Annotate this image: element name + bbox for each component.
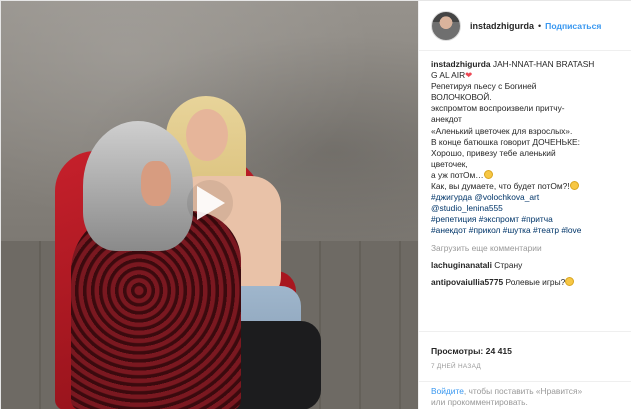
- caption-line: Как, вы думаете, что будет потОм?!: [431, 181, 620, 192]
- comment-item: lachuginanatali Страну: [431, 260, 620, 271]
- caption-line: ВОЛОЧКОВОЙ.: [431, 92, 492, 103]
- hashtag-link[interactable]: #джигурда: [431, 192, 472, 202]
- post-date[interactable]: 7 ДНЕЙ НАЗАД: [431, 363, 621, 370]
- play-icon: [197, 186, 225, 220]
- caption-line: цветочек,: [431, 158, 468, 169]
- tag-line: #анекдот #прикол #шутка #театр #love: [431, 225, 620, 236]
- mention-link[interactable]: @studio_lenina555: [431, 203, 503, 213]
- caption: instadzhigurda JAH-NNAT-HAN BRATASH G AL…: [419, 51, 631, 288]
- hashtag-link[interactable]: #прикол: [469, 225, 501, 235]
- caption-text: JAH-NNAT-HAN BRATASH: [492, 59, 595, 69]
- caption-line: В конце батюшка говорит ДОЧЕНЬКЕ:: [431, 136, 580, 147]
- play-button[interactable]: [187, 180, 233, 226]
- header-username[interactable]: instadzhigurda: [470, 21, 534, 31]
- hashtag-link[interactable]: #шутка: [503, 225, 531, 235]
- comment-text: Ролевые игры?: [505, 276, 566, 287]
- man-face: [141, 161, 171, 206]
- video-player[interactable]: [1, 1, 418, 409]
- login-prompt: Войдите, чтобы поставить «Нравится» или …: [419, 381, 631, 408]
- hashtag-link[interactable]: #театр: [533, 225, 559, 235]
- caption-line: Репетируя пьесу с Богиней: [431, 81, 537, 92]
- caption-text: а уж потОм…: [431, 169, 484, 180]
- login-link[interactable]: Войдите: [431, 386, 464, 396]
- woman-face: [186, 109, 228, 161]
- caption-line: Хорошо, привезу тебе аленький: [431, 147, 556, 158]
- heart-icon: ❤: [465, 70, 473, 81]
- hashtag-link[interactable]: #анекдот: [431, 225, 466, 235]
- separator-dot: •: [538, 20, 542, 31]
- man-hair: [83, 121, 193, 251]
- post-stats: Просмотры: 24 415 7 ДНЕЙ НАЗАД: [419, 331, 631, 370]
- grinning-emoji-icon: [565, 276, 575, 286]
- comment-item: antipovaiullia5775 Ролевые игры?: [431, 276, 620, 288]
- tag-line: #джигурда @volochkova_art: [431, 192, 620, 203]
- caption-username[interactable]: instadzhigurda: [431, 59, 491, 69]
- avatar[interactable]: [431, 10, 461, 41]
- view-count[interactable]: Просмотры: 24 415: [431, 346, 621, 356]
- hashtag-link[interactable]: #love: [561, 225, 581, 235]
- comment-username[interactable]: antipovaiullia5775: [431, 277, 503, 287]
- caption-line: instadzhigurda JAH-NNAT-HAN BRATASH: [431, 59, 620, 70]
- hashtag-link[interactable]: #репетиция: [431, 214, 476, 224]
- caption-line: а уж потОм…: [431, 169, 620, 181]
- login-text: или прокомментировать.: [431, 397, 528, 407]
- caption-line: анекдот: [431, 114, 462, 125]
- comment-username[interactable]: lachuginanatali: [431, 260, 492, 270]
- comment-text: Страну: [494, 259, 523, 270]
- caption-line: G AL AIR❤: [431, 70, 620, 81]
- hashtag-link[interactable]: #притча: [521, 214, 552, 224]
- login-text: , чтобы поставить «Нравится»: [463, 386, 583, 396]
- grinning-emoji-icon: [483, 169, 493, 179]
- post-sidebar: instadzhigurda • Подписаться instadzhigu…: [418, 1, 631, 409]
- follow-button[interactable]: Подписаться: [545, 21, 601, 31]
- mention-link[interactable]: @volochkova_art: [474, 192, 539, 202]
- caption-line: экспромтом воспроизвели притчу-: [431, 103, 565, 114]
- caption-line: «Аленький цветочек для взрослых».: [431, 125, 573, 136]
- caption-text: Как, вы думаете, что будет потОм?!: [431, 181, 570, 192]
- grinning-emoji-icon: [569, 181, 579, 191]
- tag-line: @studio_lenina555: [431, 203, 620, 214]
- hashtag-link[interactable]: #экспромт: [479, 214, 519, 224]
- tag-line: #репетиция #экспромт #притча: [431, 214, 620, 225]
- post-header: instadzhigurda • Подписаться: [419, 1, 631, 51]
- caption-text: G AL AIR: [431, 70, 466, 81]
- load-more-comments[interactable]: Загрузить еще комментарии: [431, 243, 620, 254]
- instagram-post: instadzhigurda • Подписаться instadzhigu…: [0, 0, 631, 409]
